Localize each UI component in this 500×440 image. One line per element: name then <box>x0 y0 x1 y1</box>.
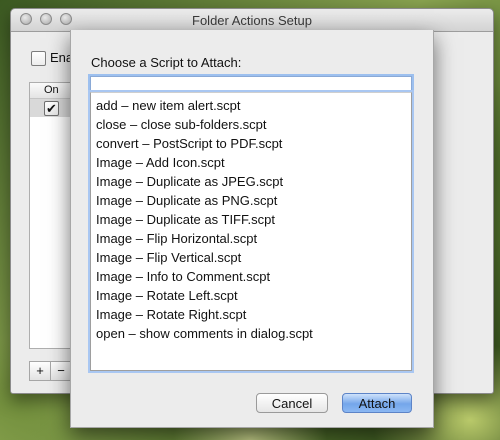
attach-button[interactable]: Attach <box>342 393 412 413</box>
window-title: Folder Actions Setup <box>192 13 312 28</box>
list-item[interactable]: convert – PostScript to PDF.scpt <box>91 134 411 153</box>
list-item[interactable]: close – close sub-folders.scpt <box>91 115 411 134</box>
list-item[interactable]: Image – Flip Vertical.scpt <box>91 248 411 267</box>
list-item[interactable]: Image – Rotate Right.scpt <box>91 305 411 324</box>
list-item[interactable]: Image – Duplicate as JPEG.scpt <box>91 172 411 191</box>
folder-enabled-checkbox[interactable]: ✔ <box>44 101 59 116</box>
title-bar[interactable]: Folder Actions Setup <box>11 9 493 32</box>
choose-script-sheet: Choose a Script to Attach: add – new ite… <box>70 30 434 428</box>
remove-folder-button[interactable]: − <box>50 361 72 381</box>
list-item[interactable]: Image – Duplicate as TIFF.scpt <box>91 210 411 229</box>
cancel-button[interactable]: Cancel <box>256 393 328 413</box>
sheet-title: Choose a Script to Attach: <box>91 55 242 70</box>
list-item[interactable]: Image – Add Icon.scpt <box>91 153 411 172</box>
list-item[interactable]: Image – Duplicate as PNG.scpt <box>91 191 411 210</box>
list-item[interactable]: Image – Flip Horizontal.scpt <box>91 229 411 248</box>
add-folder-button[interactable]: + <box>29 361 51 381</box>
list-item[interactable]: Image – Rotate Left.scpt <box>91 286 411 305</box>
list-item[interactable]: Image – Info to Comment.scpt <box>91 267 411 286</box>
script-list[interactable]: add – new item alert.scpt close – close … <box>90 92 412 371</box>
enable-folder-actions-checkbox[interactable] <box>31 51 46 66</box>
list-item[interactable]: open – show comments in dialog.scpt <box>91 324 411 343</box>
list-item[interactable]: add – new item alert.scpt <box>91 96 411 115</box>
